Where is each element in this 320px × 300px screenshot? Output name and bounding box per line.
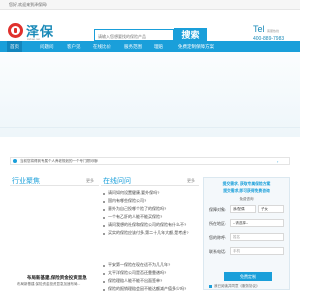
insured-self-option[interactable]: 我/配偶 bbox=[230, 205, 256, 213]
qa-item[interactable]: 请问我想的社保和保险公司的保险有什么不? bbox=[103, 222, 193, 229]
qa-item[interactable]: 保险理赔人能不能不出面签单? bbox=[103, 278, 193, 285]
qa-header: 在线问问 更多 bbox=[101, 176, 199, 186]
news-title[interactable]: 布局新基建,保险资金投资显急 bbox=[27, 275, 87, 281]
notice-text: 当前您将得到专属个人养老规划的一个专门顾问哦! bbox=[20, 159, 98, 163]
form-title: 提交需求, 获取专属保险方案 bbox=[222, 182, 271, 186]
qa-more-link[interactable]: 更多 bbox=[187, 178, 195, 184]
nav-item-customers[interactable]: 客户见 bbox=[67, 41, 81, 52]
agree-checkbox[interactable] bbox=[209, 285, 212, 288]
qa-item[interactable]: 保险的报销理赔会因不能达额减产值多少吗? bbox=[103, 286, 193, 293]
search-input[interactable] bbox=[94, 29, 174, 41]
phone-field[interactable]: 手机 bbox=[230, 247, 284, 255]
header: 泽保 zebao.net 搜索 Tel 客服热线 400-889-7983 bbox=[0, 10, 300, 42]
agree-text[interactable]: 我已阅读并同意《服务协议》 bbox=[214, 284, 260, 289]
region-select[interactable]: --请选择-- bbox=[230, 219, 284, 227]
tel-label: Tel bbox=[253, 24, 265, 34]
banner bbox=[0, 52, 300, 137]
top-bar: 您好,欢迎来到泽保网! bbox=[0, 0, 300, 10]
nav-item-custom-plan[interactable]: 免费定制保障方案 bbox=[178, 41, 214, 52]
logo-icon[interactable] bbox=[8, 23, 23, 38]
insured-label: 保障对象: bbox=[209, 207, 227, 212]
tel-subtitle: 客服热线 bbox=[267, 29, 280, 33]
name-label: 您的称呼: bbox=[209, 235, 227, 240]
chevron-right-icon[interactable]: › bbox=[277, 159, 278, 164]
name-field[interactable]: 姓名 bbox=[230, 233, 284, 241]
quote-form: 提交需求, 获取专属保险方案 提交需求,即可获得免费咨询 免费咨询 保障对象: … bbox=[203, 177, 290, 290]
qa-item[interactable]: 太平洋保险公司是否还靠靠谱吗? bbox=[103, 270, 193, 277]
industry-title: 行业聚焦 bbox=[12, 178, 40, 185]
nav-item-services[interactable]: 服务范围 bbox=[124, 41, 142, 52]
submit-button[interactable]: 免费定制 bbox=[224, 272, 272, 281]
banner-divider bbox=[0, 127, 300, 128]
qa-item[interactable]: 平安第一保险在现在适不为几几年? bbox=[103, 262, 193, 269]
qa-item[interactable]: 请问如何设置健康,要外保吗? bbox=[103, 190, 193, 197]
qa-title: 在线问问 bbox=[103, 178, 131, 185]
qa-item[interactable]: 国内有哪些保险公司? bbox=[103, 198, 193, 205]
main-nav: 首页 问题问 客户见 在线比价 服务范围 理赔 免费定制保障方案 bbox=[0, 41, 300, 52]
industry-news-card[interactable]: 布局新基建,保险资金投资显急 布局新基建,保险资金投资显急加速布局... bbox=[10, 188, 99, 286]
region-label: 所在地区: bbox=[209, 221, 227, 226]
nav-item-claims[interactable]: 理赔 bbox=[154, 41, 163, 52]
qa-item[interactable]: 意外为自己投哪个险了的保险吗? bbox=[103, 206, 193, 213]
industry-more-link[interactable]: 更多 bbox=[86, 178, 94, 184]
qa-item[interactable]: 一个有乙肝的人能不能买保险? bbox=[103, 214, 193, 221]
form-subtitle: 免费咨询 bbox=[239, 197, 254, 201]
form-title-secondary: 提交需求,即可获得免费咨询 bbox=[223, 189, 270, 193]
news-image[interactable] bbox=[12, 190, 97, 250]
phone-label: 联系电话: bbox=[209, 249, 227, 254]
qa-item[interactable]: 买实的保险应该付多,第二十几年大额,是考虑? bbox=[103, 230, 193, 237]
search-button[interactable]: 搜索 bbox=[174, 28, 207, 42]
insured-child-option[interactable]: 子女 bbox=[258, 205, 284, 213]
industry-header: 行业聚焦 更多 bbox=[10, 176, 99, 186]
welcome-text: 您好,欢迎来到泽保网! bbox=[9, 2, 48, 7]
info-icon bbox=[13, 159, 17, 163]
news-description: 布局新基建,保险资金投资显急加速布局... bbox=[17, 282, 81, 286]
nav-item-questions[interactable]: 问题问 bbox=[40, 41, 54, 52]
nav-item-home[interactable]: 首页 bbox=[7, 41, 22, 52]
notice-bar: 当前您将得到专属个人养老规划的一个专门顾问哦! › bbox=[10, 157, 290, 165]
nav-item-compare[interactable]: 在线比价 bbox=[93, 41, 111, 52]
